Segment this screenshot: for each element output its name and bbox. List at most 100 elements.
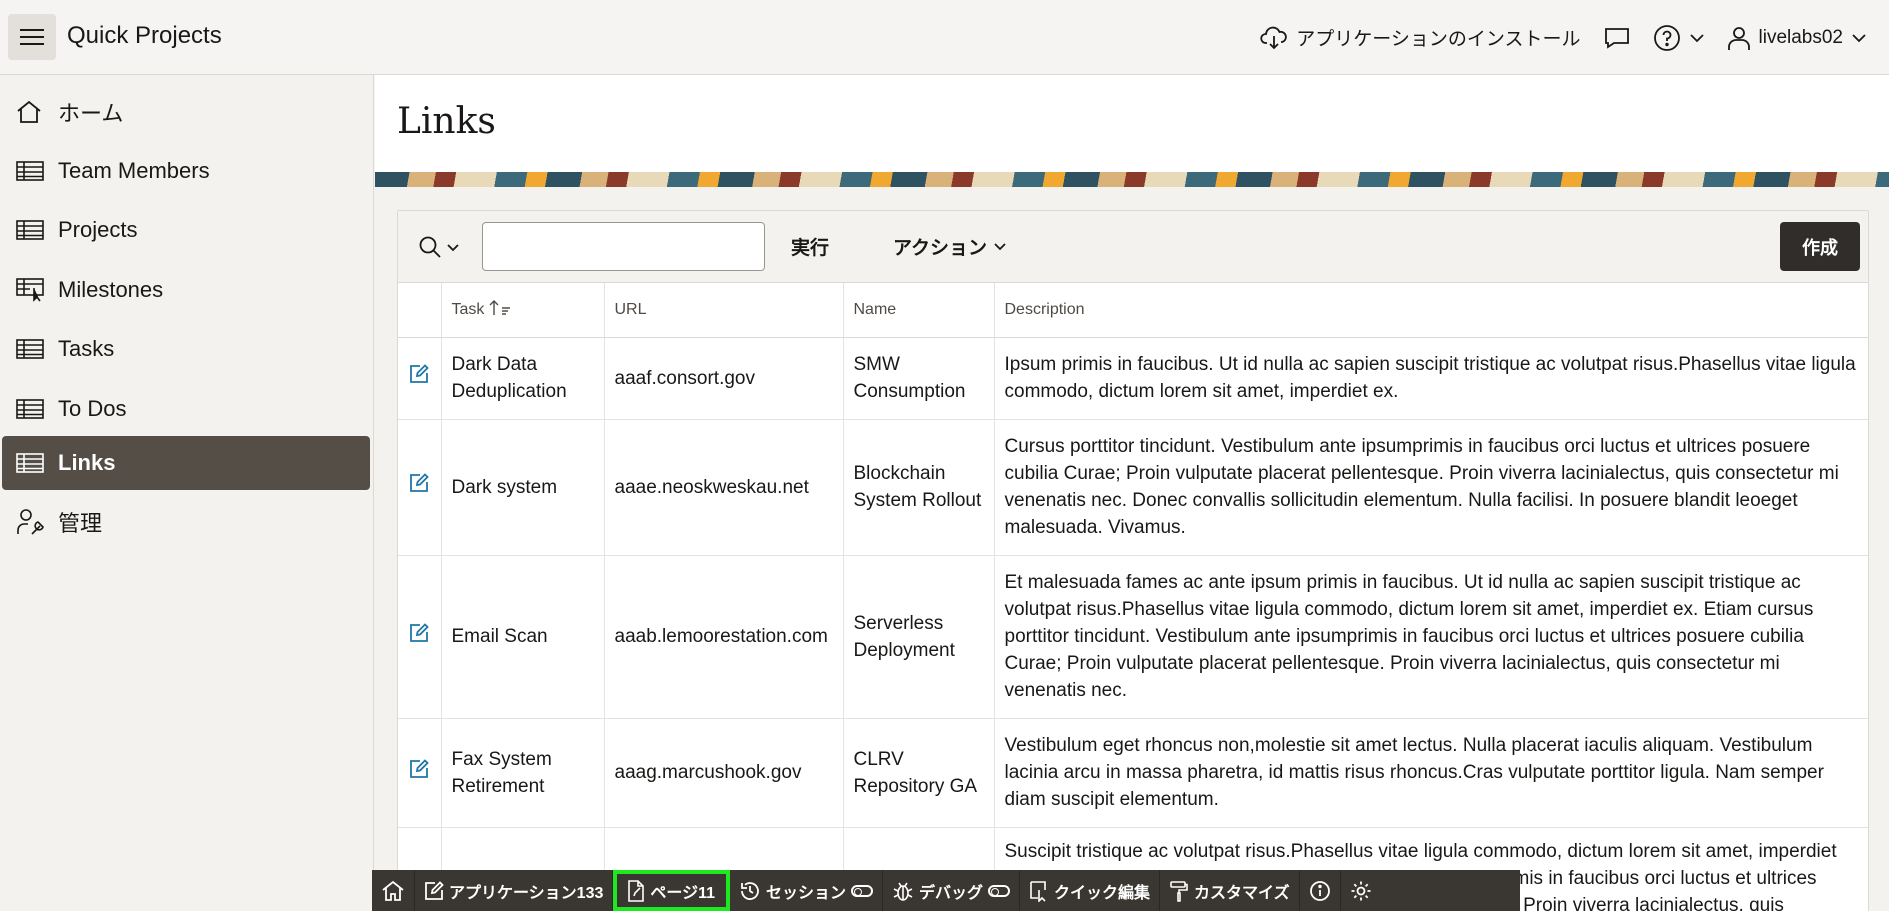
- dev-settings-button[interactable]: [1341, 870, 1381, 911]
- column-header-task[interactable]: Task: [441, 283, 605, 338]
- dev-session-button[interactable]: セッション: [730, 870, 884, 911]
- chat-icon: [1604, 27, 1629, 49]
- bug-icon: [893, 882, 913, 901]
- create-button[interactable]: 作成: [1780, 222, 1860, 271]
- cell-url: aaaf.consort.gov: [604, 337, 844, 420]
- dev-debug-button[interactable]: デバッグ: [883, 870, 1021, 911]
- search-column-button[interactable]: [418, 235, 460, 259]
- report-table: Task URL Name Description Dark Data Dedu…: [398, 283, 1868, 911]
- help-icon: [1653, 24, 1680, 51]
- install-app-button[interactable]: アプリケーションのインストール: [1260, 24, 1581, 51]
- help-menu-button[interactable]: [1653, 24, 1705, 52]
- dev-page-button[interactable]: ページ11: [613, 870, 730, 911]
- edit-icon: [425, 880, 444, 900]
- dev-debug-label: デバッグ: [919, 884, 984, 902]
- column-header-label: Task: [451, 301, 485, 319]
- table-icon: [16, 395, 48, 423]
- search-icon: [419, 236, 441, 258]
- table-row: Email Scan aaab.lemoorestation.com Serve…: [398, 555, 1868, 719]
- sidebar-nav: ホーム Team Members Projects Milestones Tas…: [0, 75, 374, 911]
- dev-session-label: セッション: [766, 884, 847, 902]
- sidebar-item-label: Milestones: [58, 277, 164, 302]
- dev-quick-edit-button[interactable]: クイック編集: [1020, 870, 1161, 911]
- sidebar-item-label: To Dos: [58, 396, 127, 421]
- sidebar-item-home[interactable]: ホーム: [2, 85, 370, 139]
- paint-roller-icon: [1170, 880, 1188, 902]
- page-edit-icon: [628, 879, 645, 902]
- table-icon: [16, 335, 48, 363]
- go-button[interactable]: 実行: [791, 233, 829, 260]
- cloud-download-icon: [1260, 26, 1288, 49]
- dev-application-label: アプリケーション133: [449, 884, 604, 902]
- dev-customize-button[interactable]: カスタマイズ: [1160, 870, 1300, 911]
- cell-url: aaae.neoskweskau.net: [604, 419, 844, 556]
- sidebar-item-label: ホーム: [58, 101, 124, 126]
- sort-ascending-icon: [489, 300, 510, 316]
- cell-url: aaab.lemoorestation.com: [604, 555, 844, 719]
- table-icon: [16, 216, 48, 244]
- dev-page-label: ページ11: [650, 884, 715, 902]
- sidebar-item-admin[interactable]: 管理: [2, 495, 370, 549]
- report-search-input[interactable]: [482, 222, 765, 271]
- report-toolbar: 実行 アクション 作成: [398, 211, 1868, 283]
- actions-label: アクション: [893, 238, 988, 259]
- quick-edit-icon: [1030, 880, 1046, 902]
- edit-icon: [410, 758, 430, 778]
- column-header-name[interactable]: Name: [843, 283, 995, 338]
- cell-description: Vestibulum eget rhoncus non,molestie sit…: [994, 718, 1868, 828]
- user-wrench-icon: [16, 508, 48, 536]
- chevron-down-icon: [1689, 33, 1704, 42]
- edit-link[interactable]: [398, 419, 442, 556]
- table-row: Dark system aaae.neoskweskau.net Blockch…: [398, 419, 1868, 556]
- column-header-description[interactable]: Description: [994, 283, 1868, 338]
- sidebar-item-label: 管理: [58, 511, 103, 536]
- column-header-edit: [398, 283, 442, 338]
- sidebar-item-milestones[interactable]: Milestones: [2, 263, 370, 317]
- sidebar-item-projects[interactable]: Projects: [2, 203, 370, 257]
- home-icon: [382, 880, 404, 901]
- cell-description: Cursus porttitor tincidunt. Vestibulum a…: [994, 419, 1868, 556]
- dev-application-button[interactable]: アプリケーション133: [415, 870, 614, 911]
- cell-task: Dark system: [441, 419, 605, 556]
- username-label: livelabs02: [1758, 26, 1844, 48]
- table-icon: [16, 157, 48, 185]
- edit-link[interactable]: [398, 337, 442, 420]
- chevron-down-icon: [1852, 33, 1866, 42]
- cell-task: Email Scan: [441, 555, 605, 719]
- gear-icon: [1351, 881, 1371, 900]
- edit-icon: [410, 622, 430, 642]
- sidebar-item-team-members[interactable]: Team Members: [2, 144, 370, 198]
- column-header-url[interactable]: URL: [604, 283, 844, 338]
- user-menu-button[interactable]: livelabs02: [1727, 25, 1868, 51]
- actions-menu-button[interactable]: アクション: [893, 233, 1007, 260]
- menu-icon-line: [20, 36, 44, 38]
- sidebar-item-links[interactable]: Links: [2, 436, 370, 490]
- cell-task: Fax System Retirement: [441, 718, 605, 828]
- cell-name: Blockchain System Rollout: [843, 419, 995, 556]
- table-row: Fax System Retirement aaag.marcushook.go…: [398, 718, 1868, 828]
- dev-info-button[interactable]: [1300, 870, 1341, 911]
- feedback-button[interactable]: [1603, 26, 1631, 50]
- cell-url: aaag.marcushook.gov: [604, 718, 844, 828]
- page-title: Links: [397, 101, 496, 142]
- sidebar-item-label: Tasks: [58, 336, 115, 361]
- app-title[interactable]: Quick Projects: [67, 22, 222, 50]
- edit-link[interactable]: [398, 555, 442, 719]
- sidebar-item-tasks[interactable]: Tasks: [2, 322, 370, 376]
- toggle-icon: [851, 884, 874, 897]
- sidebar-item-to-dos[interactable]: To Dos: [2, 382, 370, 436]
- table-icon: [16, 449, 48, 477]
- menu-icon-line: [20, 43, 44, 45]
- dev-customize-label: カスタマイズ: [1194, 884, 1290, 902]
- chevron-down-icon: [447, 243, 459, 251]
- install-app-label: アプリケーションのインストール: [1296, 29, 1581, 50]
- hamburger-menu-button[interactable]: [8, 14, 56, 60]
- developer-toolbar: アプリケーション133 ページ11 セッション デバッグ クイック編集 カスタマ…: [372, 870, 1520, 911]
- dev-home-button[interactable]: [372, 870, 415, 911]
- clock-history-icon: [741, 881, 759, 900]
- cell-name: Serverless Deployment: [843, 555, 995, 719]
- home-icon: [16, 98, 48, 126]
- info-icon: [1309, 880, 1330, 901]
- edit-link[interactable]: [398, 718, 442, 828]
- app-header: Quick Projects アプリケーションのインストール livelabs0…: [0, 0, 1889, 75]
